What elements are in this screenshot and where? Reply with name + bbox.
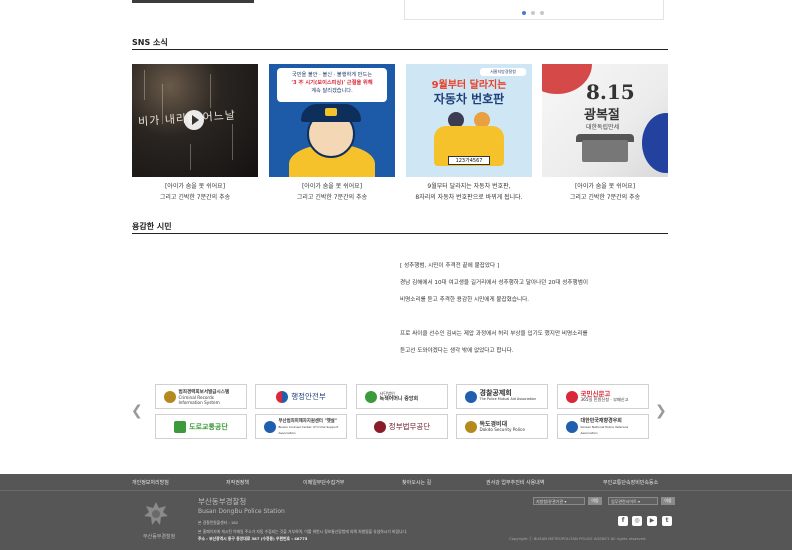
sns-section-title: SNS 소식: [132, 38, 168, 47]
badge-icon: [325, 108, 337, 116]
facebook-icon[interactable]: f: [618, 516, 628, 526]
carousel-dot-1[interactable]: [522, 11, 526, 15]
top-remnant: [0, 0, 792, 22]
police-emblem-icon: [144, 502, 168, 525]
sns-section-rule: [132, 49, 668, 50]
top-left-bar: [132, 0, 254, 3]
banner-gov-legal-service[interactable]: 정부법무공단: [356, 414, 448, 439]
footer-link-directions[interactable]: 찾아오시는 길: [402, 479, 431, 486]
palace-gate-icon: [582, 140, 628, 162]
carousel-dots: [522, 11, 544, 15]
copyright: Copyright ⓒ BUSAN METROPOLITAN POLICE AG…: [509, 536, 647, 541]
twitter-icon[interactable]: t: [662, 516, 672, 526]
sns-caption-3[interactable]: 9월부터 달라지는 자동차 번호판, 8자리의 자동차 번호판으로 바뀌게 됩니…: [406, 181, 532, 203]
chevron-right-icon[interactable]: ❯: [655, 404, 667, 418]
banner-criminal-records[interactable]: 범죄경력회보서발급시스템 Criminal Records Information…: [155, 384, 247, 409]
sns-thumb-4[interactable]: 8.15 광복절 대한독립만세: [542, 64, 668, 177]
org-name-en: Busan DongBu Police Station: [198, 508, 285, 515]
footer-link-traffic-cameras[interactable]: 무인교통단속장비민속등소: [603, 479, 658, 486]
sunshine-icon: [263, 420, 276, 433]
youtube-icon[interactable]: ▶: [647, 516, 657, 526]
sns-thumb-4-sub: 대한독립만세: [586, 124, 620, 131]
instagram-icon[interactable]: ◎: [632, 516, 642, 526]
sns-card-3[interactable]: 서울지방경찰청 9월부터 달라지는 자동차 번호판 123가4567 9월부터 …: [406, 64, 532, 203]
sns-thumb-3-head2: 자동차 번호판: [433, 92, 505, 106]
police-emblem-icon: [464, 420, 477, 433]
footer-link-privacy[interactable]: 개인정보처리방침: [132, 479, 169, 486]
taegeuk-red-shape: [542, 64, 592, 94]
footer-link-email-refusal[interactable]: 이메일무단수집거부: [303, 479, 344, 486]
banner-busan-victim-center[interactable]: 부산범죄피해자지원센터 "햇살" Busan Counsel Center of …: [255, 414, 347, 439]
police-emblem-icon: [163, 390, 176, 403]
sns-thumb-3[interactable]: 서울지방경찰청 9월부터 달라지는 자동차 번호판 123가4567: [406, 64, 532, 177]
sns-thumb-4-title: 광복절: [584, 108, 620, 123]
emblem-caption: 부산동부경찰청: [143, 534, 176, 540]
banner-mois[interactable]: 행정안전부: [255, 384, 347, 409]
sns-thumb-1[interactable]: 비가 내리는 어느날: [132, 64, 258, 177]
sns-grid: 비가 내리는 어느날 [아이가 숨을 못 쉬어요] 그리고 긴박한 7분간의 추…: [132, 64, 668, 209]
license-plate: 123가4567: [448, 156, 490, 165]
koroad-icon: [174, 420, 187, 433]
banner-police-mutual-aid[interactable]: 경찰공제회 The Police Mutual Aid Association: [456, 384, 548, 409]
sns-thumb-3-head1: 9월부터 달라지는: [431, 80, 507, 91]
legal-service-icon: [373, 420, 386, 433]
footer-links: 개인정보처리방침 저작권정책 이메일무단수집거부 찾아오시는 길 권서강 업무추…: [0, 474, 792, 491]
footer-email-notice: 본 홈페이지에 게시된 이메일 주소가 자동 수집되는 것을 거부하며, 이를 …: [198, 529, 408, 534]
org-name-ko: 부산동부경찰청: [198, 497, 247, 506]
brave-story: [ 성추행범, 시민이 추격전 끝에 붙잡았다 ] 경남 김해에서 10대 여고…: [400, 258, 668, 360]
brave-headline: [ 성추행범, 시민이 추격전 끝에 붙잡았다 ]: [400, 263, 500, 269]
brave-para1-line1: 경남 김해에서 10대 여고생을 길거리에서 성추행하고 달아나던 20대 성추…: [400, 280, 588, 286]
brave-para2-line1: 프로 싸이클 선수인 김씨는 제압 과정에서 허리 부상을 입기도 했지만 비명…: [400, 331, 588, 337]
veterans-icon: [565, 420, 578, 433]
sns-card-1[interactable]: 비가 내리는 어느날 [아이가 숨을 못 쉬어요] 그리고 긴박한 7분간의 추…: [132, 64, 258, 203]
top-card: [404, 0, 664, 20]
banner-epeople[interactable]: 국민신문고 365일 민원신청 · 부패신고: [557, 384, 649, 409]
brave-para2-line2: 듣고선 도와야겠다는 생각 밖에 없었다고 합니다.: [400, 348, 514, 354]
brave-section-title: 용감한 시민: [132, 222, 172, 231]
work-sites-go-button[interactable]: 이동: [661, 497, 675, 505]
carousel-dot-3[interactable]: [540, 11, 544, 15]
footer-link-copyright[interactable]: 저작권정책: [226, 479, 249, 486]
green-mother-icon: [364, 390, 377, 403]
banner-koroad[interactable]: 도로교통공단: [155, 414, 247, 439]
related-agencies-select[interactable]: 지방청/유관기관 ▾: [533, 497, 585, 505]
taegeuk-icon: [276, 390, 289, 403]
brave-para1-line2: 비명소리를 듣고 추격한 용감한 시민에게 붙잡혔습니다.: [400, 297, 530, 303]
taegeuk-blue-shape: [642, 113, 668, 173]
sns-caption-4[interactable]: [아이가 숨을 못 쉬어요] 그리고 긴박한 7분간의 추송: [542, 181, 668, 203]
banner-police-veterans[interactable]: 대한민국재향경우회 Korean National Police Veterans…: [557, 414, 649, 439]
brave-section-rule: [132, 233, 668, 234]
mutual-aid-icon: [464, 390, 477, 403]
work-sites-select[interactable]: 업무관련사이트 ▾: [608, 497, 658, 505]
sns-caption-1[interactable]: [아이가 숨을 못 쉬어요] 그리고 긴박한 7분간의 추송: [132, 181, 258, 203]
sns-thumb-3-tag: 서울지방경찰청: [480, 68, 526, 76]
related-agencies-go-button[interactable]: 이동: [588, 497, 602, 505]
sns-caption-2[interactable]: [아이가 숨을 못 쉬어요] 그리고 긴박한 7분간의 추송: [269, 181, 395, 203]
play-icon[interactable]: [184, 110, 204, 130]
banner-green-mothers[interactable]: 사단법인 녹색어머니 중앙회: [356, 384, 448, 409]
carousel-dot-2[interactable]: [531, 11, 535, 15]
epeople-icon: [565, 390, 578, 403]
banner-dokdo-police[interactable]: 독도경비대 Dokdo Security Police: [456, 414, 548, 439]
related-sites-banners: 범죄경력회보서발급시스템 Criminal Records Information…: [155, 384, 649, 440]
footer-callcenter: 본 경찰민원콜센터 : 182: [198, 520, 239, 525]
sns-thumb-2-bubble: 국민을 불안 · 불신 · 불행하게 만드는 '3 不 시기(보이스피싱)' 근…: [277, 68, 387, 102]
sns-thumb-4-date: 8.15: [586, 80, 635, 104]
chevron-left-icon[interactable]: ❮: [131, 404, 143, 418]
footer-address: 주소 : 부산광역시 동구 중앙대로 387 (수정동) 우편번호 : 4877…: [198, 536, 308, 541]
sns-card-2[interactable]: 국민을 불안 · 불신 · 불행하게 만드는 '3 不 시기(보이스피싱)' 근…: [269, 64, 395, 203]
footer: 개인정보처리방침 저작권정책 이메일무단수집거부 찾아오시는 길 권서강 업무추…: [0, 474, 792, 550]
sns-thumb-2[interactable]: 국민을 불안 · 불신 · 불행하게 만드는 '3 不 시기(보이스피싱)' 근…: [269, 64, 395, 177]
sns-card-4[interactable]: 8.15 광복절 대한독립만세 [아이가 숨을 못 쉬어요] 그리고 긴박한 7…: [542, 64, 668, 203]
footer-link-expenses[interactable]: 권서강 업무추진비 사용내역: [486, 479, 544, 486]
